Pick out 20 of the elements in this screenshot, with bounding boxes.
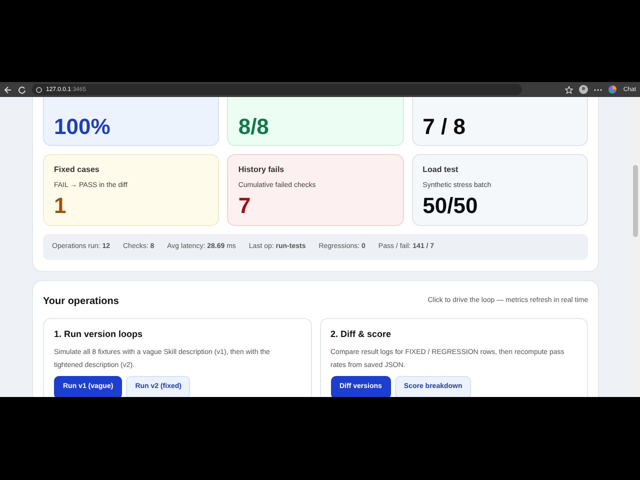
metric-value: 7 / 8 <box>422 116 466 138</box>
metric-value: 7 <box>238 195 251 217</box>
info-icon <box>36 86 42 92</box>
scrollbar[interactable] <box>631 97 640 397</box>
star-icon[interactable] <box>565 86 574 94</box>
metric-title: History fails <box>238 166 284 174</box>
scrollbar-thumb[interactable] <box>633 165 638 237</box>
reload-icon[interactable] <box>18 86 26 94</box>
back-icon[interactable] <box>4 86 12 94</box>
metric-value: 8/8 <box>238 116 269 138</box>
metric-value: 100% <box>54 116 110 138</box>
metric-title: Load test <box>422 166 458 174</box>
section-title: Your operations <box>43 295 119 309</box>
profile-icon[interactable] <box>579 85 588 94</box>
operation-title: 1. Run version loops <box>54 330 143 339</box>
chat-logo-icon <box>608 85 618 94</box>
metric-value: 1 <box>54 195 66 217</box>
operation-title: 2. Diff & score <box>330 330 392 339</box>
metric-title: Fixed cases <box>54 166 100 174</box>
metric-value: 50/50 <box>422 195 478 217</box>
